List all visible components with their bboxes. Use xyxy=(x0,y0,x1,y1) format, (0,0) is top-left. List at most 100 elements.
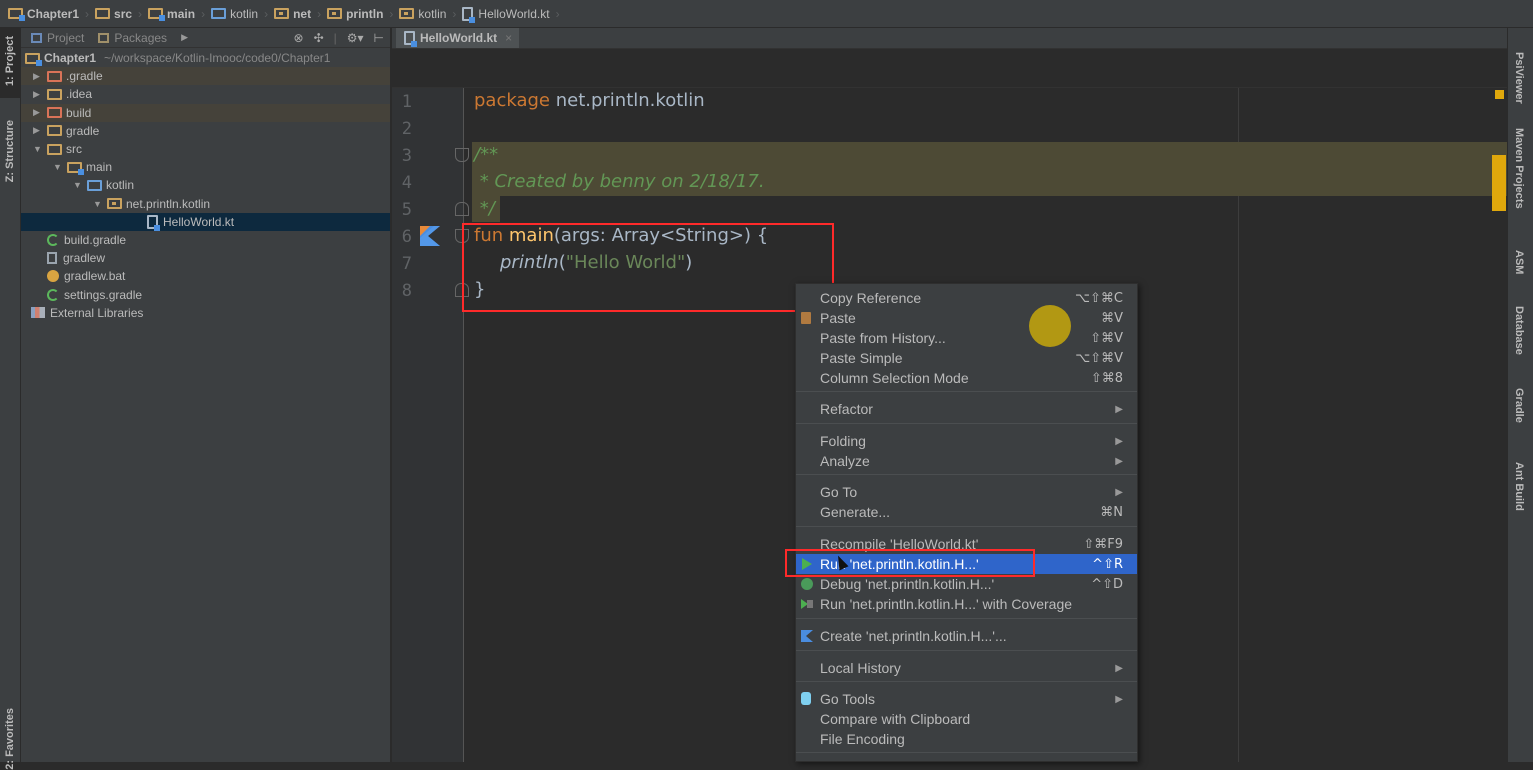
kotlin-run-gutter-icon[interactable] xyxy=(420,226,440,246)
code-line-1: package net.println.kotlin xyxy=(474,90,705,111)
menu-item-shortcut: ⌥⇧⌘C xyxy=(1075,290,1123,306)
expand-arrow-icon[interactable]: ▼ xyxy=(93,199,107,209)
kotlin-file-icon xyxy=(404,31,417,47)
go-tools-icon xyxy=(801,692,811,705)
menu-item-compare-with-clipboard[interactable]: Compare with Clipboard xyxy=(796,709,1137,729)
tree-item[interactable]: settings.gradle xyxy=(21,285,390,303)
breadcrumb-kotlin[interactable]: kotlin › xyxy=(211,7,268,21)
menu-separator xyxy=(796,474,1137,475)
tree-item[interactable]: ▼ main xyxy=(21,158,390,176)
collapse-arrow-icon[interactable]: ▶ xyxy=(33,125,47,136)
menu-item-create-net-println-kotlin-h[interactable]: Create 'net.println.kotlin.H...'... xyxy=(796,626,1137,646)
tab-packages[interactable]: Packages xyxy=(98,31,167,45)
breadcrumb-main[interactable]: main › xyxy=(148,7,205,21)
tool-window-maven[interactable]: Maven Projects xyxy=(1513,128,1525,209)
tool-window-project[interactable]: 1: Project xyxy=(4,36,16,86)
tool-window-favorites[interactable]: 2: Favorites xyxy=(4,708,16,770)
annotation-highlight-box xyxy=(462,223,834,312)
expand-arrow-icon[interactable]: ▼ xyxy=(33,144,47,154)
tool-window-gradle[interactable]: Gradle xyxy=(1513,388,1525,423)
tree-item[interactable]: HelloWorld.kt xyxy=(21,212,390,231)
menu-item-label: File Encoding xyxy=(820,731,905,747)
submenu-arrow-icon: ▶ xyxy=(1115,693,1123,705)
scrollbar-marker[interactable] xyxy=(1492,155,1506,211)
tree-item[interactable]: gradlew xyxy=(21,249,390,267)
collapse-arrow-icon[interactable]: ▶ xyxy=(33,89,47,100)
line-number: 6 xyxy=(401,227,412,247)
fold-marker-icon[interactable] xyxy=(455,202,469,216)
tree-item[interactable]: External Libraries xyxy=(21,304,390,322)
breadcrumb-chapter1[interactable]: Chapter1 › xyxy=(8,7,89,21)
coverage-icon xyxy=(801,599,813,609)
source-root-folder-icon xyxy=(67,161,84,175)
menu-item-local-history[interactable]: Local History ▶ xyxy=(796,658,1137,678)
menu-separator xyxy=(796,681,1137,682)
menu-item-analyze[interactable]: Analyze ▶ xyxy=(796,451,1137,471)
menu-item-debug-net-println-kotlin-h[interactable]: Debug 'net.println.kotlin.H...' ^⇧D xyxy=(796,574,1137,594)
folder-icon xyxy=(95,8,111,19)
menu-item-column-selection-mode[interactable]: Column Selection Mode ⇧⌘8 xyxy=(796,368,1137,388)
menu-item-label: Paste xyxy=(820,310,856,326)
settings-icon[interactable]: ⚙▾ xyxy=(347,31,364,45)
kotlin-icon xyxy=(801,630,813,642)
breadcrumb-helloworld[interactable]: HelloWorld.kt › xyxy=(462,6,560,23)
line-number: 2 xyxy=(401,119,412,139)
more-tabs-icon[interactable]: ▶ xyxy=(181,32,188,43)
menu-item-label: Local History xyxy=(820,660,901,676)
hide-panel-icon[interactable]: ⊢ xyxy=(374,31,384,45)
packages-view-icon xyxy=(98,32,110,43)
breadcrumb-kotlin-pkg[interactable]: kotlin › xyxy=(399,7,456,21)
scroll-from-source-icon[interactable]: ⊗ xyxy=(294,31,304,45)
menu-item-folding[interactable]: Folding ▶ xyxy=(796,431,1137,451)
tree-item[interactable]: ▶ build xyxy=(21,103,390,122)
menu-separator xyxy=(796,423,1137,424)
editor-tab-helloworld[interactable]: HelloWorld.kt × xyxy=(396,28,519,48)
breadcrumb-net[interactable]: net › xyxy=(274,7,321,21)
tool-window-database[interactable]: Database xyxy=(1513,306,1525,355)
menu-item-paste-from-history[interactable]: Paste from History... ⇧⌘V xyxy=(796,328,1137,348)
tree-item[interactable]: ▼ net.println.kotlin xyxy=(21,195,390,213)
menu-item-file-encoding[interactable]: File Encoding xyxy=(796,729,1137,749)
menu-item-generate[interactable]: Generate... ⌘N xyxy=(796,502,1137,522)
tree-item[interactable]: ▼ src xyxy=(21,140,390,158)
tree-item[interactable]: ▶ .gradle xyxy=(21,67,390,86)
tool-window-psiviewer[interactable]: PsiViewer xyxy=(1513,52,1525,104)
collapse-arrow-icon[interactable]: ▶ xyxy=(33,71,47,82)
tree-item[interactable]: gradlew.bat xyxy=(21,267,390,285)
tree-item[interactable]: ▶ gradle xyxy=(21,122,390,140)
package-folder-icon xyxy=(399,8,415,19)
collapse-all-icon[interactable]: ✣ xyxy=(314,31,324,45)
project-toolbar: Project Packages ▶ ⊗ ✣ | ⚙▾ ⊢ xyxy=(21,28,390,48)
annotation-highlight-box xyxy=(785,549,1035,577)
breadcrumb-src[interactable]: src › xyxy=(95,7,142,21)
collapse-arrow-icon[interactable]: ▶ xyxy=(33,107,47,118)
menu-item-label: Paste Simple xyxy=(820,350,903,366)
tree-item[interactable]: ▼ kotlin xyxy=(21,176,390,194)
menu-item-label: Folding xyxy=(820,433,866,449)
fold-marker-icon[interactable] xyxy=(455,148,469,162)
menu-item-go-to[interactable]: Go To ▶ xyxy=(796,482,1137,502)
tree-item[interactable]: ▶ .idea xyxy=(21,85,390,103)
menu-item-go-tools[interactable]: Go Tools ▶ xyxy=(796,689,1137,709)
menu-item-paste[interactable]: Paste ⌘V xyxy=(796,308,1137,328)
menu-item-shortcut: ⇧⌘V xyxy=(1090,330,1123,346)
expand-arrow-icon[interactable]: ▼ xyxy=(73,180,87,190)
gradle-icon xyxy=(47,288,59,301)
menu-item-copy-reference[interactable]: Copy Reference ⌥⇧⌘C xyxy=(796,288,1137,308)
tree-item[interactable]: build.gradle xyxy=(21,231,390,249)
breadcrumb-println[interactable]: println › xyxy=(327,7,393,21)
module-folder-icon xyxy=(8,8,25,21)
expand-arrow-icon[interactable]: ▼ xyxy=(53,162,67,172)
tool-window-structure[interactable]: Z: Structure xyxy=(4,120,16,182)
tree-root[interactable]: Chapter1 ~/workspace/Kotlin-Imooc/code0/… xyxy=(21,49,390,67)
menu-item-refactor[interactable]: Refactor ▶ xyxy=(796,399,1137,419)
menu-item-paste-simple[interactable]: Paste Simple ⌥⇧⌘V xyxy=(796,348,1137,368)
tool-window-ant-build[interactable]: Ant Build xyxy=(1513,462,1525,511)
close-tab-icon[interactable]: × xyxy=(505,31,512,45)
menu-item-run-net-println-kotlin-h-with-coverage[interactable]: Run 'net.println.kotlin.H...' with Cover… xyxy=(796,594,1137,614)
tab-project[interactable]: Project xyxy=(31,31,84,45)
tree-item-label: HelloWorld.kt xyxy=(163,214,235,229)
tree-item-label: net.println.kotlin xyxy=(126,196,211,211)
inspection-status-icon[interactable] xyxy=(1495,90,1504,99)
tool-window-asm[interactable]: ASM xyxy=(1513,250,1525,274)
